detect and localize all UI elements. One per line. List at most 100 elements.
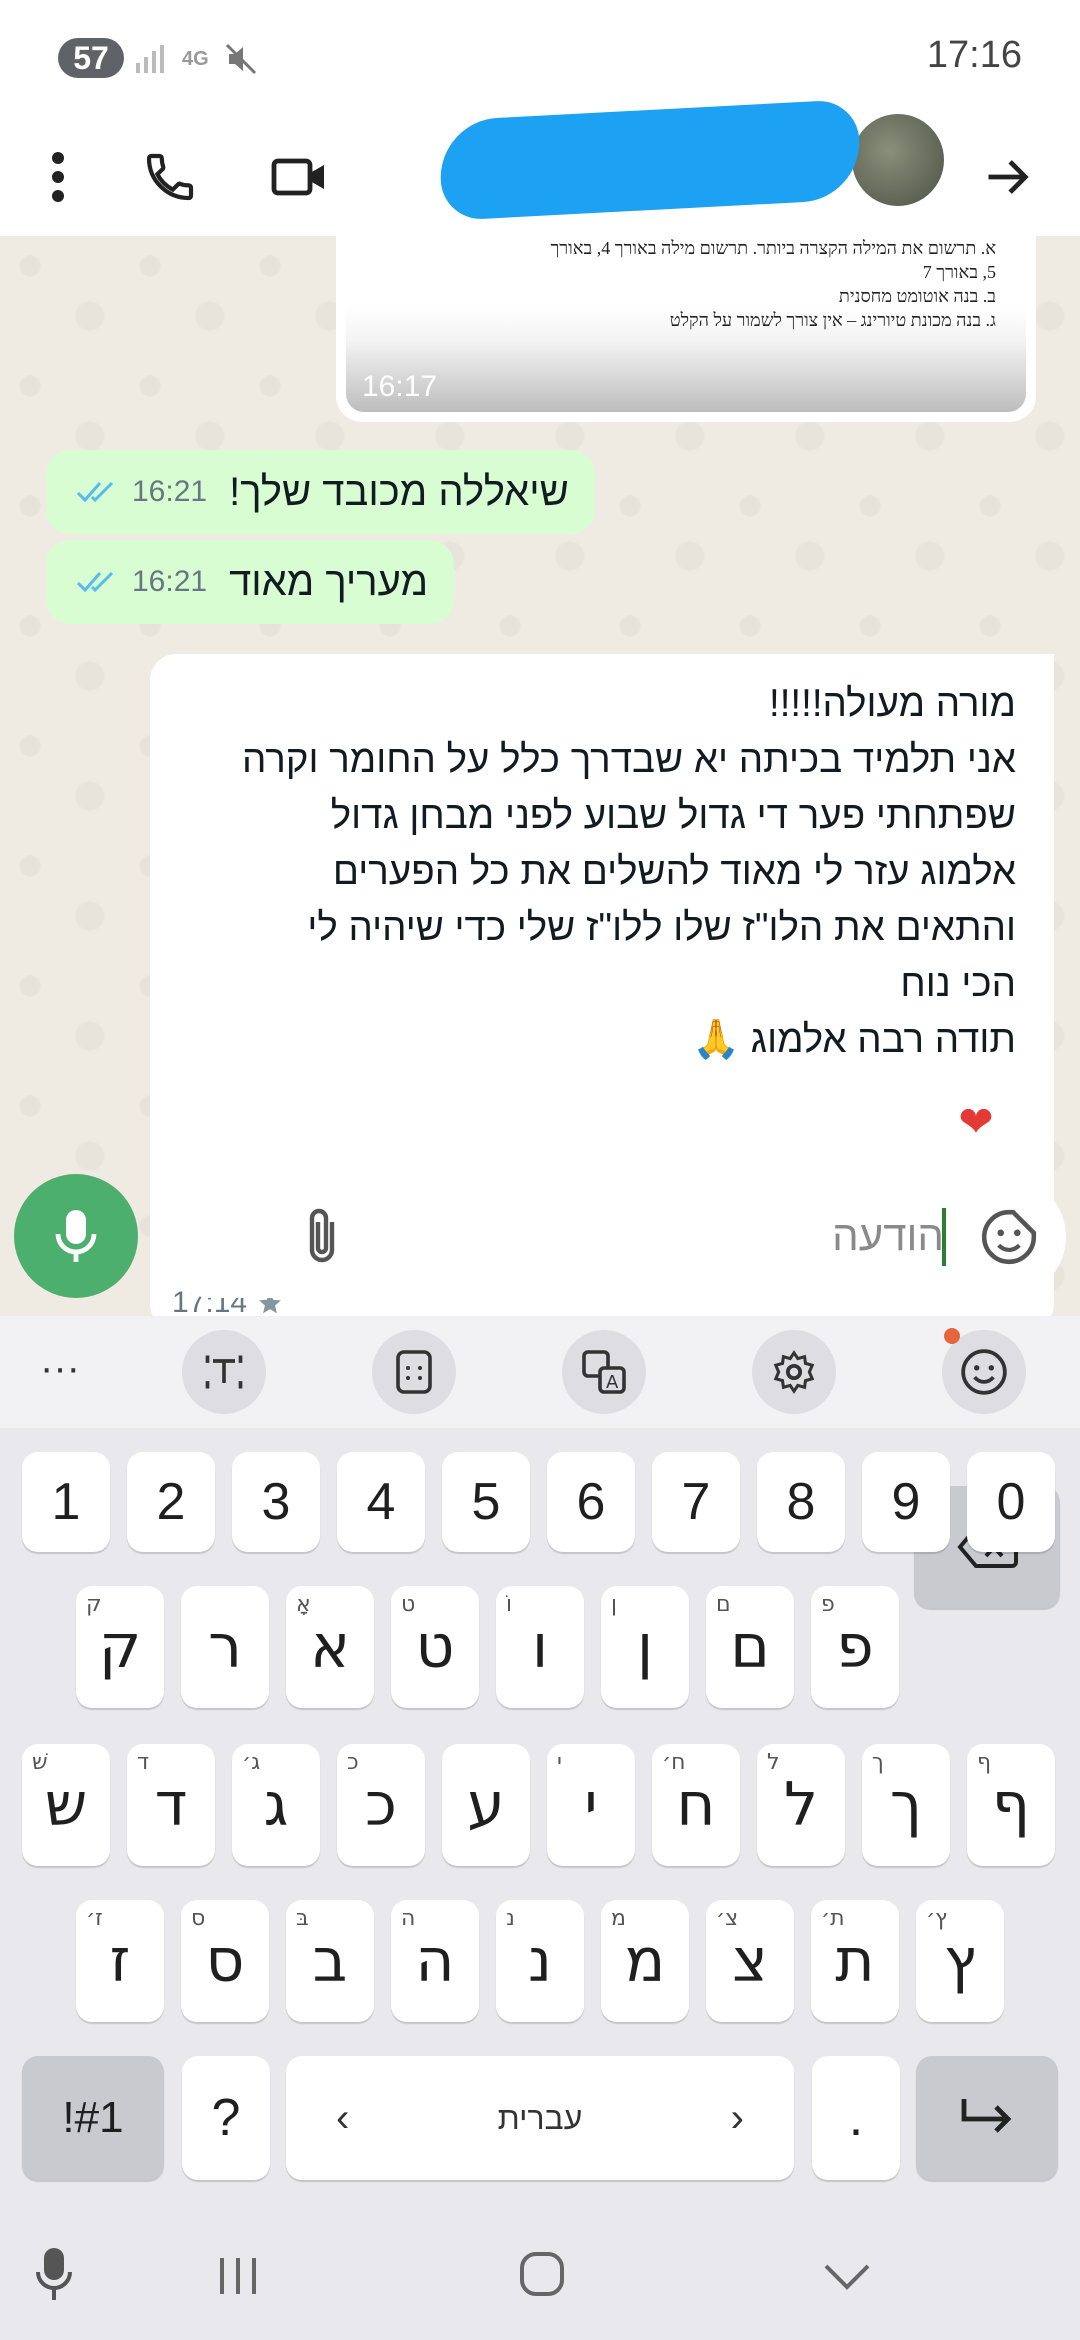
translate-button[interactable]: A: [562, 1330, 646, 1414]
heart-icon: ❤: [958, 1096, 994, 1146]
number-key[interactable]: 7: [652, 1452, 740, 1552]
letter-key[interactable]: ע: [442, 1744, 530, 1866]
key-label: מ: [624, 1926, 666, 1996]
letter-key[interactable]: צ צ׳: [706, 1900, 794, 2022]
letter-key[interactable]: ח ח׳: [652, 1744, 740, 1866]
letter-key[interactable]: ננ: [496, 1900, 584, 2022]
key-hint: כ: [347, 1750, 359, 1775]
number-key[interactable]: 1: [22, 1452, 110, 1552]
letter-key[interactable]: ר: [181, 1586, 269, 1708]
letter-key[interactable]: ןן: [601, 1586, 689, 1708]
number-key[interactable]: 4: [337, 1452, 425, 1552]
letter-key[interactable]: ךך: [862, 1744, 950, 1866]
enter-key[interactable]: [916, 2056, 1058, 2180]
number-key[interactable]: 9: [862, 1452, 950, 1552]
recent-apps-button[interactable]: [216, 2256, 262, 2296]
keyboard-mode-button[interactable]: [372, 1330, 456, 1414]
key-label: ץ: [943, 1926, 977, 1996]
chat-area[interactable]: א. תרשום את המילה הקצרה ביותר. תרשום מיל…: [0, 236, 1080, 1316]
voice-call-button[interactable]: [132, 118, 208, 236]
keyboard-settings-button[interactable]: [752, 1330, 836, 1414]
chevron-left-icon: ‹: [336, 2095, 350, 2140]
number-key[interactable]: 2: [127, 1452, 215, 1552]
letter-key[interactable]: דד: [127, 1744, 215, 1866]
message-input[interactable]: הודעה: [832, 1212, 944, 1260]
emoji-button[interactable]: [942, 1328, 1026, 1414]
network-type: 4G: [182, 47, 209, 70]
key-label: צ: [732, 1926, 768, 1996]
outgoing-message[interactable]: 16:21 מעריך מאוד: [46, 540, 455, 624]
back-button[interactable]: [968, 118, 1048, 236]
reaction-badge[interactable]: ❤: [940, 1088, 1012, 1154]
letter-key[interactable]: סס: [181, 1900, 269, 2022]
video-call-button[interactable]: [262, 118, 338, 236]
message-time: 16:21: [132, 475, 208, 508]
symbols-key[interactable]: !#1: [22, 2056, 164, 2180]
message-input-box[interactable]: הודעה: [152, 1176, 1066, 1298]
back-nav-button[interactable]: [822, 2262, 872, 2292]
voice-input-button[interactable]: [34, 2246, 74, 2304]
key-label: 9: [891, 1473, 921, 1531]
home-button[interactable]: [518, 2250, 566, 2298]
arrow-right-icon: [988, 160, 1029, 194]
letter-key[interactable]: ב בּ: [286, 1900, 374, 2022]
message-line: אלמוג עזר לי מאוד להשלים את כל הפערים: [332, 850, 1016, 893]
key-label: 4: [366, 1473, 396, 1531]
letter-key[interactable]: ת ת׳: [811, 1900, 899, 2022]
question-mark-key[interactable]: ?: [182, 2056, 270, 2180]
key-label: ד: [154, 1770, 188, 1840]
period-key[interactable]: .: [812, 2056, 900, 2180]
letter-key[interactable]: לל: [757, 1744, 845, 1866]
attach-button[interactable]: [300, 1206, 344, 1271]
letter-key[interactable]: ו וֹ: [496, 1586, 584, 1708]
number-key[interactable]: 5: [442, 1452, 530, 1552]
key-label: 1: [51, 1473, 81, 1531]
gear-icon: [773, 1350, 815, 1394]
contact-avatar[interactable]: [852, 114, 944, 206]
phone-icon: [146, 153, 194, 201]
key-hint: ז׳: [86, 1906, 103, 1931]
letter-key[interactable]: ככ: [337, 1744, 425, 1866]
space-key[interactable]: ‹ עברית ›: [286, 2056, 794, 2180]
letter-key[interactable]: הה: [391, 1900, 479, 2022]
sticker-button[interactable]: [978, 1206, 1040, 1273]
image-message[interactable]: א. תרשום את המילה הקצרה ביותר. תרשום מיל…: [336, 236, 1036, 422]
key-label: פ: [836, 1612, 874, 1682]
text-editing-button[interactable]: [182, 1330, 266, 1414]
letter-key[interactable]: פפ: [811, 1586, 899, 1708]
letter-key[interactable]: קק: [76, 1586, 164, 1708]
key-hint: שׁ: [32, 1750, 48, 1775]
more-options-button[interactable]: [28, 118, 88, 236]
letter-key[interactable]: ממ: [601, 1900, 689, 2022]
letter-key[interactable]: ג ג׳: [232, 1744, 320, 1866]
message-line: שפתחתי פער די גדול שבוע לפני מבחן גדול: [330, 794, 1016, 837]
number-key[interactable]: 0: [967, 1452, 1055, 1552]
letter-key[interactable]: א אָ: [286, 1586, 374, 1708]
key-hint: אָ: [296, 1592, 311, 1617]
letter-key[interactable]: יי: [547, 1744, 635, 1866]
letter-key[interactable]: ז ז׳: [76, 1900, 164, 2022]
toolbar-more-icon[interactable]: ···: [40, 1346, 80, 1391]
letter-key[interactable]: םם: [706, 1586, 794, 1708]
letter-key[interactable]: ש שׁ: [22, 1744, 110, 1866]
key-hint: ן: [611, 1592, 617, 1617]
letter-key[interactable]: ףף: [967, 1744, 1055, 1866]
mute-icon: [225, 43, 256, 75]
letter-key[interactable]: טט: [391, 1586, 479, 1708]
key-hint: ט: [401, 1592, 416, 1617]
number-key[interactable]: 6: [547, 1452, 635, 1552]
number-key[interactable]: 8: [757, 1452, 845, 1552]
key-label: 7: [681, 1473, 711, 1531]
sticker-icon: [981, 1209, 1037, 1265]
key-hint: י: [557, 1750, 562, 1775]
number-key[interactable]: 3: [232, 1452, 320, 1552]
voice-record-button[interactable]: [14, 1174, 138, 1298]
outgoing-message[interactable]: 16:21 שיאללה מכובד שלך!: [46, 450, 595, 534]
message-line: תודה רבה אלמוג 🙏: [692, 1018, 1016, 1061]
smiley-icon: [961, 1349, 1007, 1395]
key-label: ר: [208, 1612, 242, 1682]
key-label: ל: [783, 1770, 819, 1840]
message-line: הכי נוח: [900, 962, 1016, 1005]
letter-key[interactable]: ץ ץ׳: [916, 1900, 1004, 2022]
status-bar: 57 4G 17:16: [0, 0, 1080, 118]
